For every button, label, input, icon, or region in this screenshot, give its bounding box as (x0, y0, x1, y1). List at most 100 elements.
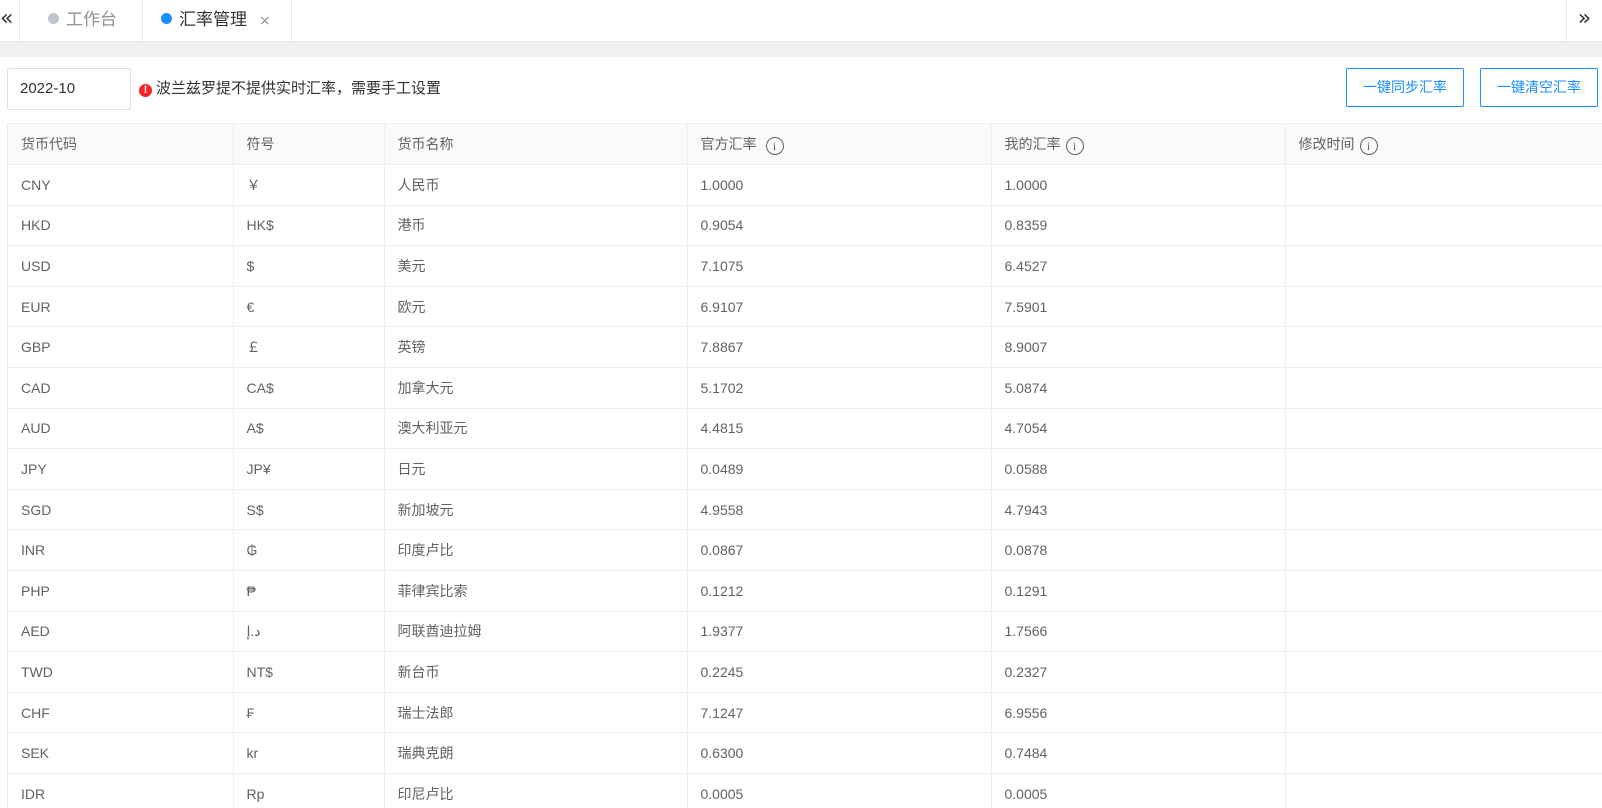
column-header-label: 货币代码 (21, 136, 77, 152)
my-rate-cell[interactable]: 1.7566 (991, 611, 1286, 653)
table-row: AUD A$ 澳大利亚元 4.4815 4.7054 (8, 408, 1602, 450)
currency-code-cell: GBP (8, 326, 234, 368)
my-rate-cell[interactable]: 0.0588 (991, 448, 1286, 490)
modified-time-cell (1285, 448, 1602, 490)
my-rate-cell[interactable]: 0.8359 (991, 205, 1286, 247)
official-rate-cell: 0.0489 (687, 448, 992, 490)
column-header-label: 修改时间 (1298, 135, 1355, 152)
info-icon[interactable]: i (1359, 136, 1378, 155)
official-rate-cell: 7.1075 (687, 245, 992, 287)
table-row: PHP ₱ 菲律宾比索 0.1212 0.1291 (8, 570, 1602, 612)
official-rate-cell: 0.6300 (687, 732, 992, 774)
my-rate-cell[interactable]: 4.7943 (991, 489, 1286, 531)
currency-name-cell: 澳大利亚元 (384, 408, 688, 450)
table-row: HKD HK$ 港币 0.9054 0.8359 (8, 205, 1602, 247)
my-rate-cell[interactable]: 0.1291 (991, 570, 1286, 612)
tab-workbench[interactable]: 工作台 (30, 0, 143, 42)
my-rate-cell[interactable]: 4.7054 (991, 408, 1286, 450)
column-header-modified-time[interactable]: 修改时间 i (1285, 123, 1602, 165)
my-rate-cell[interactable]: 7.5901 (991, 286, 1286, 328)
clear-rates-button[interactable]: 一键清空汇率 (1480, 68, 1598, 107)
currency-code-cell: JPY (8, 448, 234, 490)
official-rate-cell: 0.0867 (687, 529, 992, 571)
table-row: AED د.إ 阿联酋迪拉姆 1.9377 1.7566 (8, 611, 1602, 653)
official-rate-cell: 7.1247 (687, 692, 992, 734)
my-rate-cell[interactable]: 0.0005 (991, 773, 1286, 808)
my-rate-cell[interactable]: 6.9556 (991, 692, 1286, 734)
info-icon[interactable]: i (1065, 136, 1084, 155)
currency-name-cell: 瑞士法郎 (384, 692, 688, 734)
modified-time-cell (1285, 732, 1602, 774)
currency-symbol-cell: S$ (233, 489, 385, 531)
column-header-my-rate[interactable]: 我的汇率 i (991, 123, 1286, 165)
modified-time-cell (1285, 773, 1602, 808)
currency-symbol-cell: ￥ (233, 164, 385, 206)
currency-code-cell: USD (8, 245, 234, 287)
modified-time-cell (1285, 570, 1602, 612)
tab-exchange-rate-management[interactable]: 汇率管理 × (143, 0, 292, 42)
currency-code-cell: AUD (8, 408, 234, 450)
currency-name-cell: 印尼卢比 (384, 773, 688, 808)
tab-status-dot (48, 13, 59, 24)
currency-symbol-cell: kr (233, 732, 385, 774)
table-row: SEK kr 瑞典克朗 0.6300 0.7484 (8, 732, 1602, 774)
currency-name-cell: 港币 (384, 205, 688, 247)
info-icon[interactable]: i (765, 136, 784, 155)
tab-label: 汇率管理 (179, 10, 247, 29)
column-header-symbol[interactable]: 符号 (233, 123, 385, 165)
currency-name-cell: 瑞典克朗 (384, 732, 688, 774)
scroll-tabs-left-icon[interactable]: « (0, 0, 20, 42)
tab-status-dot (161, 13, 172, 24)
table-row: TWD NT$ 新台币 0.2245 0.2327 (8, 651, 1602, 693)
official-rate-cell: 0.2245 (687, 651, 992, 693)
modified-time-cell (1285, 326, 1602, 368)
scroll-tabs-right-icon[interactable]: » (1566, 0, 1602, 42)
currency-symbol-cell: JP¥ (233, 448, 385, 490)
content-divider (0, 42, 1602, 57)
table-row: EUR € 欧元 6.9107 7.5901 (8, 286, 1602, 328)
currency-name-cell: 美元 (384, 245, 688, 287)
currency-code-cell: SEK (8, 732, 234, 774)
column-header-official-rate[interactable]: 官方汇率 i (687, 123, 992, 165)
my-rate-cell[interactable]: 6.4527 (991, 245, 1286, 287)
currency-symbol-cell: ₣ (233, 692, 385, 734)
close-icon[interactable]: × (259, 1, 271, 41)
official-rate-cell: 4.4815 (687, 408, 992, 450)
modified-time-cell (1285, 367, 1602, 409)
official-rate-cell: 4.9558 (687, 489, 992, 531)
currency-symbol-cell: HK$ (233, 205, 385, 247)
modified-time-cell (1285, 164, 1602, 206)
column-header-code[interactable]: 货币代码 (8, 123, 234, 165)
modified-time-cell (1285, 408, 1602, 450)
currency-symbol-cell: Rp (233, 773, 385, 808)
my-rate-cell[interactable]: 0.2327 (991, 651, 1286, 693)
month-picker[interactable]: 2022-10 (7, 68, 131, 110)
currency-symbol-cell: CA$ (233, 367, 385, 409)
modified-time-cell (1285, 245, 1602, 287)
my-rate-cell[interactable]: 5.0874 (991, 367, 1286, 409)
currency-name-cell: 新台币 (384, 651, 688, 693)
official-rate-cell: 7.8867 (687, 326, 992, 368)
currency-code-cell: PHP (8, 570, 234, 612)
currency-symbol-cell: ₲ (233, 529, 385, 571)
currency-name-cell: 英镑 (384, 326, 688, 368)
official-rate-cell: 6.9107 (687, 286, 992, 328)
table-row: USD $ 美元 7.1075 6.4527 (8, 245, 1602, 287)
my-rate-cell[interactable]: 8.9007 (991, 326, 1286, 368)
currency-code-cell: HKD (8, 205, 234, 247)
currency-name-cell: 印度卢比 (384, 529, 688, 571)
currency-symbol-cell: A$ (233, 408, 385, 450)
currency-symbol-cell: $ (233, 245, 385, 287)
modified-time-cell (1285, 529, 1602, 571)
modified-time-cell (1285, 205, 1602, 247)
currency-code-cell: CHF (8, 692, 234, 734)
column-header-label: 符号 (246, 136, 275, 152)
my-rate-cell[interactable]: 0.0878 (991, 529, 1286, 571)
sync-rates-button[interactable]: 一键同步汇率 (1346, 68, 1464, 107)
column-header-name[interactable]: 货币名称 (384, 123, 688, 165)
table-row: SGD S$ 新加坡元 4.9558 4.7943 (8, 489, 1602, 531)
my-rate-cell[interactable]: 0.7484 (991, 732, 1286, 774)
my-rate-cell[interactable]: 1.0000 (991, 164, 1286, 206)
warning-icon: ! (139, 84, 152, 97)
column-header-label: 我的汇率 (1004, 135, 1061, 152)
